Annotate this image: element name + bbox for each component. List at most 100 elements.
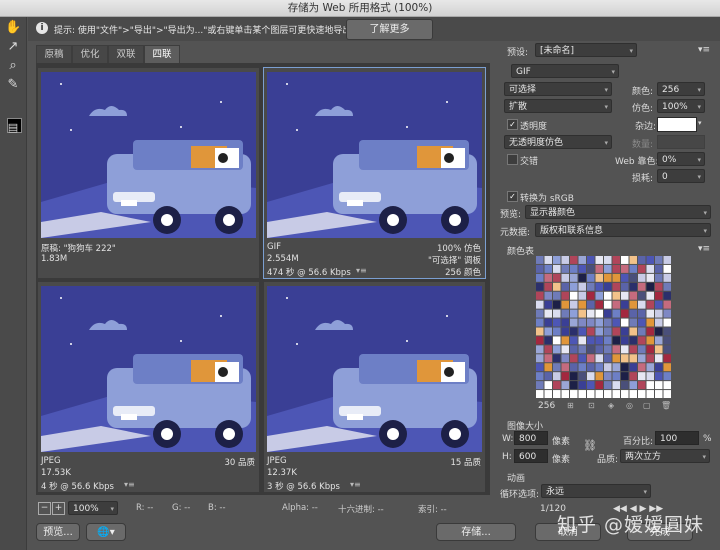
matte-color-swatch[interactable] (657, 117, 697, 132)
color-swatch (638, 327, 646, 336)
srgb-checkbox[interactable]: ✓ (507, 191, 518, 202)
tab-optimized[interactable]: 优化 (72, 45, 108, 64)
hand-icon[interactable]: ✋ (5, 20, 21, 36)
color-swatch (655, 336, 663, 345)
map-color-icon[interactable]: ⊞ (567, 401, 574, 410)
color-swatch (612, 256, 620, 264)
zoom-select[interactable]: 100% ▾ (68, 501, 118, 515)
dither-algorithm-select[interactable]: 扩散 ▾ (504, 99, 612, 113)
toggle-slices-icon[interactable]: ▤ (5, 120, 21, 136)
color-swatch (536, 354, 544, 363)
metadata-select[interactable]: 版权和联系信息 ▾ (535, 223, 711, 237)
color-swatch (646, 336, 654, 345)
color-swatch (578, 372, 586, 381)
color-count: 256 (538, 401, 556, 411)
lossy-select[interactable]: 0 ▾ (657, 169, 705, 183)
transparency-dither-select[interactable]: 无透明度仿色 ▾ (504, 135, 612, 149)
color-swatch (663, 354, 671, 363)
color-swatch (536, 256, 544, 264)
panel-colors: 256 颜色 (445, 268, 481, 278)
eyedropper-icon[interactable]: ✎ (5, 77, 21, 93)
preview-button[interactable]: 预览... (36, 523, 80, 541)
web-shift-icon[interactable]: ◈ (608, 401, 614, 410)
format-select[interactable]: GIF ▾ (511, 64, 619, 78)
colortable-menu-icon[interactable]: ▾≡ (698, 244, 710, 254)
tab-4up[interactable]: 四联 (144, 45, 180, 64)
color-swatch (570, 291, 578, 300)
zoom-in-icon[interactable]: + (52, 502, 65, 515)
amount-field[interactable] (657, 135, 705, 149)
color-swatch (621, 273, 629, 282)
panel-download-time: 4 秒 @ 56.6 Kbps (41, 482, 114, 492)
matte-dropdown-icon[interactable]: ▾ (698, 119, 702, 127)
loop-select[interactable]: 永远 ▾ (541, 484, 651, 498)
resample-select[interactable]: 两次立方 ▾ (620, 449, 710, 463)
color-swatch (578, 291, 586, 300)
preview-label: 预览: (500, 210, 522, 220)
download-speed-menu-icon[interactable]: ▾≡ (124, 480, 135, 489)
color-swatch (621, 390, 629, 398)
width-field[interactable]: 800 (514, 431, 548, 445)
constrain-link-icon[interactable]: ⛓ (583, 439, 597, 452)
delete-color-icon[interactable]: 🗑 (661, 401, 671, 410)
learn-more-button[interactable]: 了解更多 (346, 19, 433, 40)
color-swatch (536, 381, 544, 390)
preview-panel-gif[interactable]: GIF 2.554M 474 秒 @ 56.6 Kbps ▾≡ 100% 仿色 … (263, 67, 486, 279)
color-swatch (570, 256, 578, 264)
color-swatch (621, 256, 629, 264)
color-swatch (612, 273, 620, 282)
color-swatch (536, 390, 544, 398)
color-swatch (638, 318, 646, 327)
colors-select[interactable]: 256 ▾ (657, 82, 705, 96)
websnap-select[interactable]: 0% ▾ (657, 152, 705, 166)
color-swatch (646, 300, 654, 309)
zoom-icon[interactable]: ⌕ (5, 58, 21, 74)
color-swatch (621, 309, 629, 318)
color-swatch (646, 354, 654, 363)
tab-2up[interactable]: 双联 (108, 45, 144, 64)
color-swatch (561, 381, 569, 390)
unmap-icon[interactable]: ◎ (626, 401, 633, 410)
preset-select[interactable]: [未命名] ▾ (535, 43, 637, 57)
percent-field[interactable]: 100 (655, 431, 699, 445)
quality-label: 品质: (597, 455, 619, 465)
slice-select-icon[interactable]: ↗ (5, 39, 21, 55)
color-swatch (638, 273, 646, 282)
color-table[interactable] (536, 256, 672, 399)
color-swatch (629, 390, 637, 398)
color-swatch (629, 291, 637, 300)
color-swatch (587, 282, 595, 291)
color-swatch (578, 354, 586, 363)
color-swatch (578, 327, 586, 336)
transparency-checkbox[interactable]: ✓ (507, 119, 518, 130)
preview-panel-jpeg-15[interactable]: JPEG 12.37K 3 秒 @ 56.6 Kbps ▾≡ 15 品质 (264, 282, 485, 492)
interlaced-checkbox[interactable] (507, 154, 518, 165)
preview-panel-original[interactable]: 原稿: "狗狗车 222" 1.83M (38, 68, 259, 278)
download-speed-menu-icon[interactable]: ▾≡ (356, 266, 367, 275)
new-color-icon[interactable]: ▢ (643, 401, 651, 410)
preview-select[interactable]: 显示器颜色 ▾ (525, 205, 711, 219)
color-swatch (646, 345, 654, 354)
color-swatch (629, 300, 637, 309)
color-swatch (655, 363, 663, 372)
websnap-label: Web 靠色: (615, 157, 659, 167)
metadata-label: 元数据: (500, 228, 531, 238)
color-swatch (646, 327, 654, 336)
loop-label: 循环选项: (500, 490, 540, 500)
download-speed-menu-icon[interactable]: ▾≡ (350, 480, 361, 489)
preview-panel-jpeg-30[interactable]: JPEG 17.53K 4 秒 @ 56.6 Kbps ▾≡ 30 品质 (38, 282, 259, 492)
reduction-select[interactable]: 可选择 ▾ (504, 82, 612, 96)
color-swatch (570, 354, 578, 363)
height-field[interactable]: 600 (514, 449, 548, 463)
browser-preview-button[interactable]: 🌐▾ (86, 523, 126, 541)
color-swatch (536, 264, 544, 273)
lock-color-icon[interactable]: ⊡ (588, 401, 595, 410)
color-swatch (663, 327, 671, 336)
dither-amount-select[interactable]: 100% ▾ (657, 99, 705, 113)
color-swatch (663, 372, 671, 381)
colortable-label: 颜色表 (507, 247, 535, 257)
tab-original[interactable]: 原稿 (36, 45, 72, 64)
zoom-out-icon[interactable]: − (38, 502, 51, 515)
panel-menu-icon[interactable]: ▾≡ (698, 45, 710, 55)
color-swatch (578, 300, 586, 309)
